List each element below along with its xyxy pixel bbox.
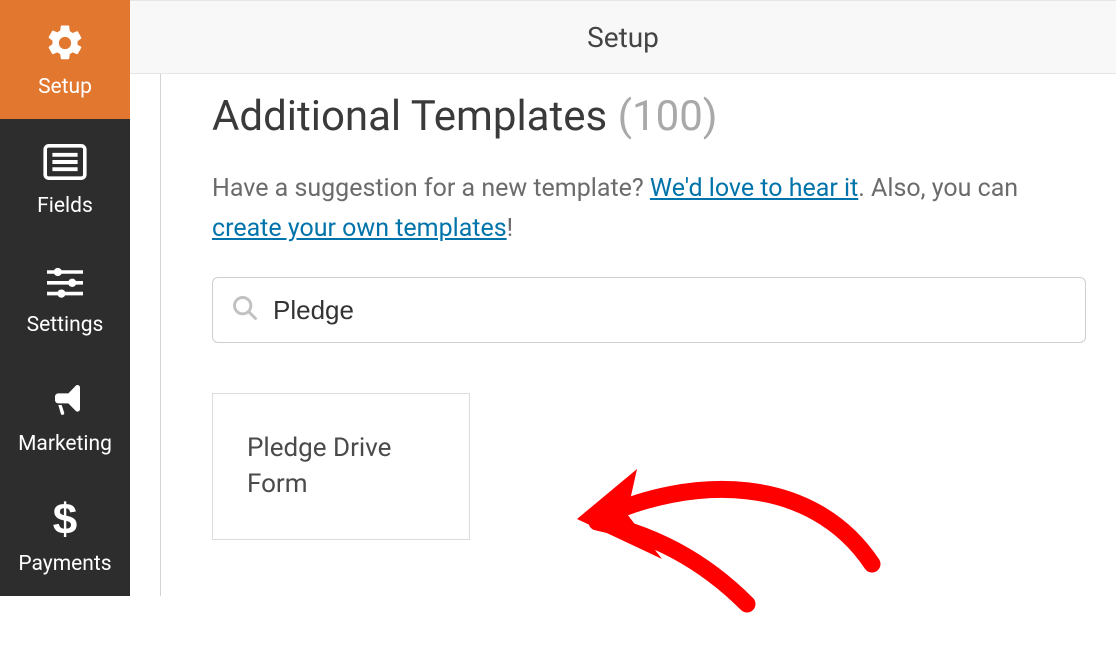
- sidebar-item-payments[interactable]: $ Payments: [0, 475, 130, 596]
- page-title: Setup: [587, 21, 659, 54]
- sidebar-item-label: Marketing: [18, 432, 112, 456]
- sidebar-item-label: Payments: [18, 552, 111, 576]
- sidebar-item-label: Settings: [27, 313, 104, 337]
- bullhorn-icon: [41, 376, 89, 424]
- arrow-annotation: [552, 414, 912, 664]
- header-bar: Setup: [130, 0, 1116, 74]
- search-field[interactable]: [212, 277, 1086, 343]
- template-card-pledge-drive[interactable]: Pledge Drive Form: [212, 393, 470, 540]
- sidebar-item-setup[interactable]: Setup: [0, 0, 130, 119]
- section-heading: Additional Templates (100): [212, 92, 1086, 141]
- sidebar-item-label: Fields: [37, 194, 93, 218]
- main-panel: Setup Additional Templates (100) Have a …: [130, 0, 1116, 596]
- create-templates-link[interactable]: create your own templates: [212, 214, 507, 243]
- subtext: Have a suggestion for a new template? We…: [212, 169, 1086, 249]
- gear-icon: [41, 19, 89, 67]
- content-area: Additional Templates (100) Have a sugges…: [130, 74, 1116, 540]
- template-title: Pledge Drive Form: [247, 433, 391, 499]
- search-input[interactable]: [273, 295, 1067, 326]
- subtext-mid: . Also, you can: [858, 174, 1018, 203]
- subtext-suffix: !: [507, 214, 513, 243]
- heading-text: Additional Templates: [212, 92, 607, 141]
- search-icon: [231, 294, 259, 326]
- sidebar-item-label: Setup: [38, 75, 92, 99]
- suggestion-link[interactable]: We'd love to hear it: [650, 174, 858, 203]
- dollar-icon: $: [41, 496, 89, 544]
- subtext-prefix: Have a suggestion for a new template?: [212, 174, 650, 203]
- sliders-icon: [41, 257, 89, 305]
- list-icon: [41, 138, 89, 186]
- sidebar-item-marketing[interactable]: Marketing: [0, 356, 130, 475]
- heading-count: (100): [618, 92, 718, 141]
- sidebar-item-fields[interactable]: Fields: [0, 119, 130, 238]
- svg-text:$: $: [53, 498, 77, 542]
- sidebar: Setup Fields Settings Marketing $ Paymen…: [0, 0, 130, 596]
- sidebar-item-settings[interactable]: Settings: [0, 238, 130, 357]
